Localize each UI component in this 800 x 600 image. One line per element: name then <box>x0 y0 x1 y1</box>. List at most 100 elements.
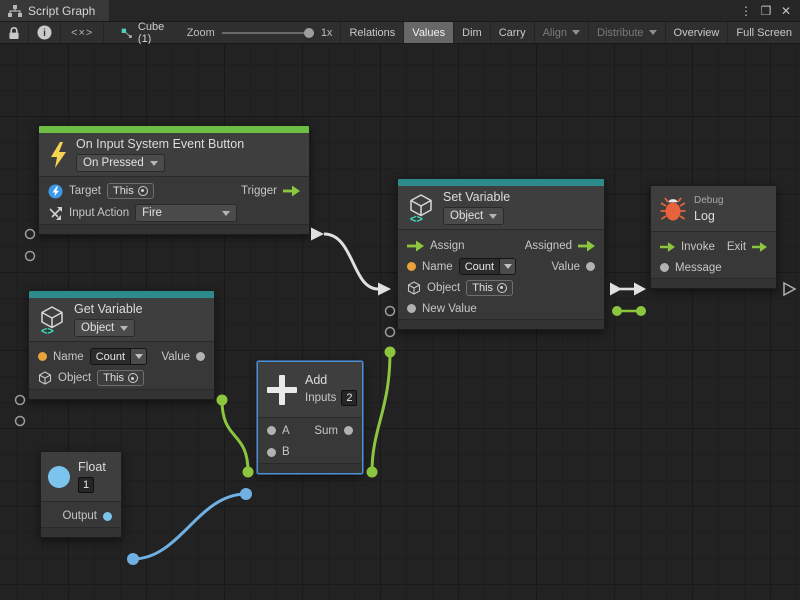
combo-dropdown-button[interactable] <box>130 349 146 364</box>
a-input-port[interactable] <box>267 426 276 435</box>
lock-button[interactable] <box>0 22 29 43</box>
get-variable-object-row: Object This <box>29 368 214 390</box>
b-label: B <box>282 446 290 458</box>
b-input-port[interactable] <box>267 448 276 457</box>
variable-cube-icon: <> <box>38 305 66 335</box>
variable-scope-dropdown[interactable]: Object <box>74 319 135 337</box>
dim-button[interactable]: Dim <box>454 22 491 43</box>
port-event-action-external[interactable] <box>26 252 35 261</box>
node-debug-log[interactable]: Debug Log Invoke Exit <box>650 185 777 289</box>
graph-reference[interactable]: Cube (1) <box>111 22 178 43</box>
zoom-slider-track <box>222 32 314 34</box>
value-output-port[interactable] <box>586 262 595 271</box>
wire-trigger-to-assign[interactable] <box>324 234 378 289</box>
relations-button[interactable]: Relations <box>340 22 404 43</box>
wire-dot[interactable] <box>240 488 252 500</box>
assign-input-port[interactable] <box>407 240 424 252</box>
node-category: Debug <box>694 195 723 206</box>
port-getvar-object-external[interactable] <box>16 417 25 426</box>
wire-dot[interactable] <box>385 347 396 358</box>
node-add[interactable]: Add Inputs 2 A Sum B <box>257 361 363 474</box>
value-output-port[interactable] <box>196 352 205 361</box>
invoke-input-port[interactable] <box>660 241 675 253</box>
code-view-button[interactable]: <×> <box>61 22 104 43</box>
port-setvar-object-external[interactable] <box>386 328 395 337</box>
graph-asset-icon <box>121 26 133 40</box>
node-title: Set Variable <box>443 190 510 204</box>
distribute-dropdown[interactable]: Distribute <box>589 22 665 43</box>
port-debug-exit-external[interactable] <box>784 283 795 295</box>
flow-wire-start-arrow[interactable] <box>311 228 324 241</box>
value-label: Value <box>551 261 580 273</box>
new-value-input-port[interactable] <box>407 304 416 313</box>
flow-connector-arrow[interactable] <box>610 283 622 296</box>
exit-output-port[interactable] <box>752 241 767 253</box>
wire-getvar-to-add-a[interactable] <box>222 400 248 472</box>
wire-sum-to-newvalue[interactable] <box>372 352 390 472</box>
node-footer <box>39 224 309 234</box>
name-input-port[interactable] <box>38 352 47 361</box>
wire-dot[interactable] <box>243 467 254 478</box>
flow-wire-end-arrow[interactable] <box>378 283 391 296</box>
input-system-icon <box>48 184 63 199</box>
name-input-port[interactable] <box>407 262 416 271</box>
close-icon[interactable]: ✕ <box>778 4 794 18</box>
object-this-chip[interactable]: This <box>97 370 144 386</box>
message-input-port[interactable] <box>660 263 669 272</box>
port-getvar-name-external[interactable] <box>16 396 25 405</box>
float-value-field[interactable]: 1 <box>78 477 94 493</box>
node-float[interactable]: Float 1 Output <box>40 451 122 538</box>
node-on-input-system-event-button[interactable]: On Input System Event Button On Pressed … <box>38 125 310 235</box>
wire-dot[interactable] <box>217 395 228 406</box>
input-action-dropdown[interactable]: Fire <box>135 204 237 222</box>
object-this-chip[interactable]: This <box>466 280 513 296</box>
chevron-down-icon <box>222 211 230 216</box>
port-event-target-external[interactable] <box>26 230 35 239</box>
port-setvar-name-external[interactable] <box>386 307 395 316</box>
zoom-slider-handle[interactable] <box>304 28 314 38</box>
assigned-output-port[interactable] <box>578 240 595 252</box>
debug-message-row: Message <box>651 257 776 278</box>
variable-accent-bar <box>29 291 214 298</box>
menu-icon[interactable]: ⋮ <box>738 4 754 18</box>
variable-name-combo[interactable]: Count <box>459 258 516 275</box>
fullscreen-button[interactable]: Full Screen <box>728 22 800 43</box>
carry-button[interactable]: Carry <box>491 22 535 43</box>
set-variable-new-value-row: New Value <box>398 298 604 319</box>
node-header: <> Set Variable Object <box>398 186 604 230</box>
output-port[interactable] <box>103 512 112 521</box>
trigger-output-port[interactable] <box>283 185 300 197</box>
node-get-variable[interactable]: <> Get Variable Object Name Count <box>28 290 215 400</box>
wire-float-to-add-b[interactable] <box>133 494 246 559</box>
variable-scope-dropdown[interactable]: Object <box>443 207 504 225</box>
tab-script-graph[interactable]: Script Graph <box>0 0 109 21</box>
node-header: Add Inputs 2 <box>258 362 362 418</box>
inputs-count-field[interactable]: 2 <box>341 390 357 406</box>
node-set-variable[interactable]: <> Set Variable Object Assign Assigned <box>397 178 605 330</box>
gameobject-cube-icon <box>407 281 421 295</box>
values-button[interactable]: Values <box>404 22 454 43</box>
variable-name-combo[interactable]: Count <box>90 348 147 365</box>
combo-dropdown-button[interactable] <box>499 259 515 274</box>
zoom-slider[interactable] <box>222 27 314 39</box>
info-button[interactable]: i <box>29 22 61 43</box>
align-dropdown[interactable]: Align <box>535 22 589 43</box>
set-variable-name-row: Name Count Value <box>398 256 604 277</box>
target-object-chip[interactable]: This <box>107 183 154 199</box>
wire-dot[interactable] <box>127 553 139 565</box>
sum-output-port[interactable] <box>344 426 353 435</box>
message-label: Message <box>675 262 722 274</box>
event-mode-dropdown[interactable]: On Pressed <box>76 154 165 172</box>
event-accent-bar <box>39 126 309 133</box>
debug-invoke-row: Invoke Exit <box>651 236 776 257</box>
wire-dot[interactable] <box>367 467 378 478</box>
wire-dot[interactable] <box>636 306 646 316</box>
overview-button[interactable]: Overview <box>666 22 729 43</box>
graph-canvas[interactable]: On Input System Event Button On Pressed … <box>0 44 800 600</box>
flow-connector-arrow[interactable] <box>634 283 646 296</box>
node-header: Debug Log <box>651 186 776 232</box>
tab-bar: Script Graph ⋮ ❐ ✕ <box>0 0 800 22</box>
maximize-icon[interactable]: ❐ <box>758 4 774 18</box>
wire-dot[interactable] <box>612 306 622 316</box>
inputs-label: Inputs <box>305 392 336 404</box>
